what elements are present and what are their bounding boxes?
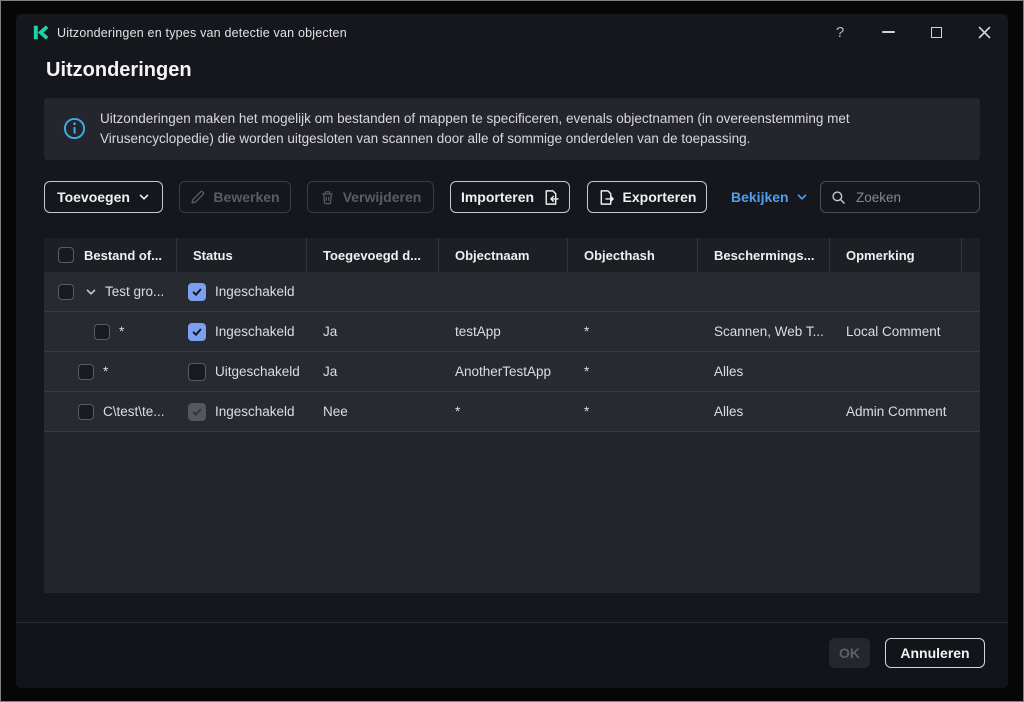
protection-cell: Scannen, Web T... — [698, 312, 830, 351]
table-row-group[interactable]: Test gro... Ingeschakeld — [44, 272, 980, 312]
edit-button-label: Bewerken — [213, 189, 279, 205]
table-row[interactable]: C\test\te... Ingeschakeld Nee * * Alles … — [44, 392, 980, 432]
collapse-chevron-icon[interactable] — [85, 286, 97, 298]
window-title: Uitzonderingen en types van detectie van… — [57, 14, 347, 52]
edit-button[interactable]: Bewerken — [179, 181, 291, 213]
status-label: Ingeschakeld — [215, 324, 295, 339]
cancel-button[interactable]: Annuleren — [885, 638, 985, 668]
header-file-column[interactable]: Bestand of... — [44, 238, 177, 272]
file-or-folder: * — [119, 324, 124, 339]
info-icon — [63, 117, 86, 140]
added-by-cell: Nee — [307, 392, 439, 431]
select-all-checkbox[interactable] — [58, 247, 74, 263]
row-checkbox[interactable] — [78, 404, 94, 420]
search-box[interactable] — [820, 181, 980, 213]
table-row[interactable]: * Ingeschakeld Ja testApp * Scannen, Web… — [44, 312, 980, 352]
protection-cell: Alles — [698, 392, 830, 431]
minimize-icon — [882, 31, 895, 33]
status-label: Ingeschakeld — [215, 404, 295, 419]
import-button[interactable]: Importeren — [450, 181, 570, 213]
search-input[interactable] — [854, 189, 969, 206]
import-icon — [542, 189, 559, 206]
chevron-down-icon — [796, 191, 808, 203]
header-object-hash-column[interactable]: Objecthash — [568, 238, 698, 272]
delete-button-label: Verwijderen — [343, 189, 422, 205]
search-icon — [831, 190, 846, 205]
table-header-row: Bestand of... Status Toegevoegd d... Obj… — [44, 238, 980, 272]
add-button[interactable]: Toevoegen — [44, 181, 163, 213]
status-checkbox[interactable] — [188, 363, 206, 381]
row-checkbox[interactable] — [78, 364, 94, 380]
exclusions-table: Bestand of... Status Toegevoegd d... Obj… — [44, 238, 980, 593]
protection-cell: Alles — [698, 352, 830, 391]
export-button[interactable]: Exporteren — [587, 181, 707, 213]
chevron-down-icon — [138, 191, 150, 203]
page-title: Uitzonderingen — [46, 59, 192, 82]
status-checkbox[interactable] — [188, 323, 206, 341]
add-button-label: Toevoegen — [57, 189, 130, 205]
object-name-cell: * — [439, 392, 568, 431]
object-hash-cell: * — [568, 312, 698, 351]
object-hash-cell: * — [568, 352, 698, 391]
delete-button[interactable]: Verwijderen — [307, 181, 434, 213]
comment-cell: Admin Comment — [830, 392, 962, 431]
import-button-label: Importeren — [461, 189, 534, 205]
dialog-window: Uitzonderingen en types van detectie van… — [16, 14, 1008, 688]
header-status-column[interactable]: Status — [177, 238, 307, 272]
status-label: Uitgeschakeld — [215, 364, 300, 379]
group-name: Test gro... — [105, 284, 164, 299]
header-protection-column[interactable]: Beschermings... — [698, 238, 830, 272]
minimize-button[interactable] — [874, 18, 902, 46]
status-checkbox — [188, 403, 206, 421]
export-icon — [598, 189, 615, 206]
table-row[interactable]: * Uitgeschakeld Ja AnotherTestApp * Alle… — [44, 352, 980, 392]
title-bar: Uitzonderingen en types van detectie van… — [16, 14, 1008, 52]
file-or-folder: * — [103, 364, 108, 379]
header-comment-column[interactable]: Opmerking — [830, 238, 962, 272]
view-dropdown[interactable]: Bekijken — [731, 181, 808, 213]
comment-cell — [830, 352, 962, 391]
header-added-by-column[interactable]: Toegevoegd d... — [307, 238, 439, 272]
ok-button[interactable]: OK — [829, 638, 870, 668]
info-text: Uitzonderingen maken het mogelijk om bes… — [100, 109, 924, 148]
row-checkbox[interactable] — [94, 324, 110, 340]
status-label: Ingeschakeld — [215, 284, 295, 299]
pencil-icon — [190, 190, 205, 205]
export-button-label: Exporteren — [623, 189, 697, 205]
header-object-name-column[interactable]: Objectnaam — [439, 238, 568, 272]
header-spacer-column — [962, 238, 980, 272]
info-banner: Uitzonderingen maken het mogelijk om bes… — [44, 98, 980, 160]
object-name-cell: AnotherTestApp — [439, 352, 568, 391]
close-icon — [978, 26, 991, 39]
object-hash-cell: * — [568, 392, 698, 431]
footer: OK Annuleren — [16, 623, 1008, 688]
maximize-button[interactable] — [922, 18, 950, 46]
object-name-cell: testApp — [439, 312, 568, 351]
maximize-icon — [931, 27, 942, 38]
close-button[interactable] — [970, 18, 998, 46]
help-button[interactable]: ? — [826, 18, 854, 46]
file-or-folder: C\test\te... — [103, 404, 165, 419]
added-by-cell: Ja — [307, 312, 439, 351]
view-dropdown-label: Bekijken — [731, 189, 789, 205]
added-by-cell: Ja — [307, 352, 439, 391]
comment-cell: Local Comment — [830, 312, 962, 351]
trash-icon — [320, 190, 335, 205]
kaspersky-logo-icon — [32, 24, 49, 41]
row-checkbox[interactable] — [58, 284, 74, 300]
status-checkbox[interactable] — [188, 283, 206, 301]
